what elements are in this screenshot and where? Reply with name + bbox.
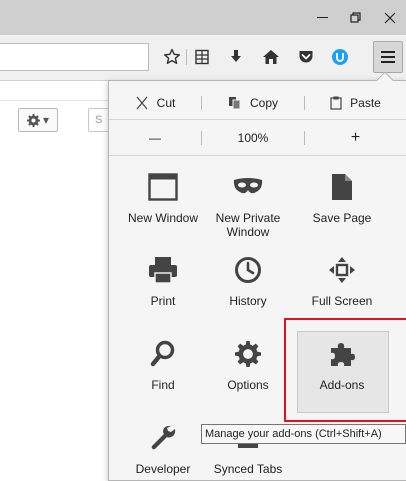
- mask-icon: [226, 165, 270, 209]
- magnifier-icon: [141, 332, 185, 376]
- copy-icon: [228, 97, 241, 110]
- menu-divider: [109, 119, 406, 120]
- options-button[interactable]: Options: [203, 332, 293, 392]
- print-label: Print: [150, 294, 176, 308]
- new-private-window-label: New Private Window: [215, 211, 281, 239]
- new-window-label: New Window: [127, 211, 199, 225]
- menu-icon: [381, 51, 395, 63]
- developer-button[interactable]: Developer: [118, 416, 208, 476]
- toolbar-separator: [186, 49, 187, 65]
- navigation-toolbar: [0, 35, 406, 81]
- close-button[interactable]: [372, 0, 406, 35]
- bookmark-star-button[interactable]: [158, 43, 186, 71]
- fullscreen-icon: [320, 248, 364, 292]
- pocket-icon: [299, 51, 313, 63]
- page-icon: [320, 165, 364, 209]
- add-ons-highlight-annotation: [284, 318, 406, 422]
- page-gear-dropdown[interactable]: ▾: [18, 108, 58, 132]
- ublock-button[interactable]: [326, 43, 354, 71]
- title-bar: [0, 0, 406, 35]
- history-button[interactable]: History: [203, 248, 293, 308]
- find-button[interactable]: Find: [118, 332, 208, 392]
- new-private-window-button[interactable]: New Private Window: [203, 165, 293, 239]
- browser-window: ▾ S Cut Copy Paste — 100% + New Window N…: [0, 0, 406, 481]
- pocket-button[interactable]: [292, 43, 320, 71]
- window-icon: [141, 165, 185, 209]
- full-screen-button[interactable]: Full Screen: [297, 248, 387, 308]
- history-label: History: [229, 294, 267, 308]
- reading-list-button[interactable]: [188, 43, 216, 71]
- reading-list-icon: [195, 49, 209, 65]
- url-bar[interactable]: [0, 43, 149, 71]
- cut-button[interactable]: Cut: [109, 92, 201, 114]
- zoom-in-button[interactable]: +: [305, 127, 406, 149]
- zoom-out-button[interactable]: —: [109, 127, 201, 149]
- chevron-down-icon: ▾: [42, 113, 50, 127]
- developer-label: Developer: [135, 462, 191, 476]
- options-label: Options: [227, 378, 269, 392]
- print-button[interactable]: Print: [118, 248, 208, 308]
- find-label: Find: [151, 378, 175, 392]
- home-button[interactable]: [257, 43, 285, 71]
- close-icon: [384, 12, 396, 23]
- new-window-button[interactable]: New Window: [118, 165, 208, 225]
- clipboard-icon: [330, 96, 342, 110]
- restore-icon: [350, 11, 361, 23]
- save-page-button[interactable]: Save Page: [297, 165, 387, 225]
- open-menu-button[interactable]: [373, 41, 403, 73]
- paste-button[interactable]: Paste: [305, 92, 406, 114]
- printer-icon: [141, 248, 185, 292]
- paste-label: Paste: [350, 96, 381, 110]
- gear-icon: [226, 332, 270, 376]
- bookmark-star-icon: [164, 48, 180, 64]
- synced-tabs-label: Synced Tabs: [213, 462, 283, 476]
- copy-button[interactable]: Copy: [202, 92, 304, 114]
- zoom-reset-button[interactable]: 100%: [202, 127, 304, 149]
- menu-divider: [109, 155, 406, 156]
- minimize-icon: [316, 17, 328, 18]
- download-icon: [231, 50, 241, 62]
- ublock-icon: [332, 49, 348, 65]
- add-ons-tooltip: Manage your add-ons (Ctrl+Shift+A): [201, 424, 406, 444]
- download-button[interactable]: [222, 43, 250, 71]
- full-screen-label: Full Screen: [311, 294, 373, 308]
- home-icon: [263, 50, 279, 64]
- save-page-label: Save Page: [312, 211, 372, 225]
- edit-controls: Cut Copy Paste: [109, 88, 406, 118]
- maximize-button[interactable]: [338, 0, 374, 35]
- cut-label: Cut: [156, 96, 176, 110]
- minimize-button[interactable]: [304, 0, 340, 35]
- gear-icon: [26, 113, 40, 127]
- clock-icon: [226, 248, 270, 292]
- wrench-icon: [141, 416, 185, 460]
- zoom-controls: — 100% +: [109, 124, 406, 152]
- scissors-icon: [136, 96, 148, 110]
- copy-label: Copy: [249, 96, 278, 110]
